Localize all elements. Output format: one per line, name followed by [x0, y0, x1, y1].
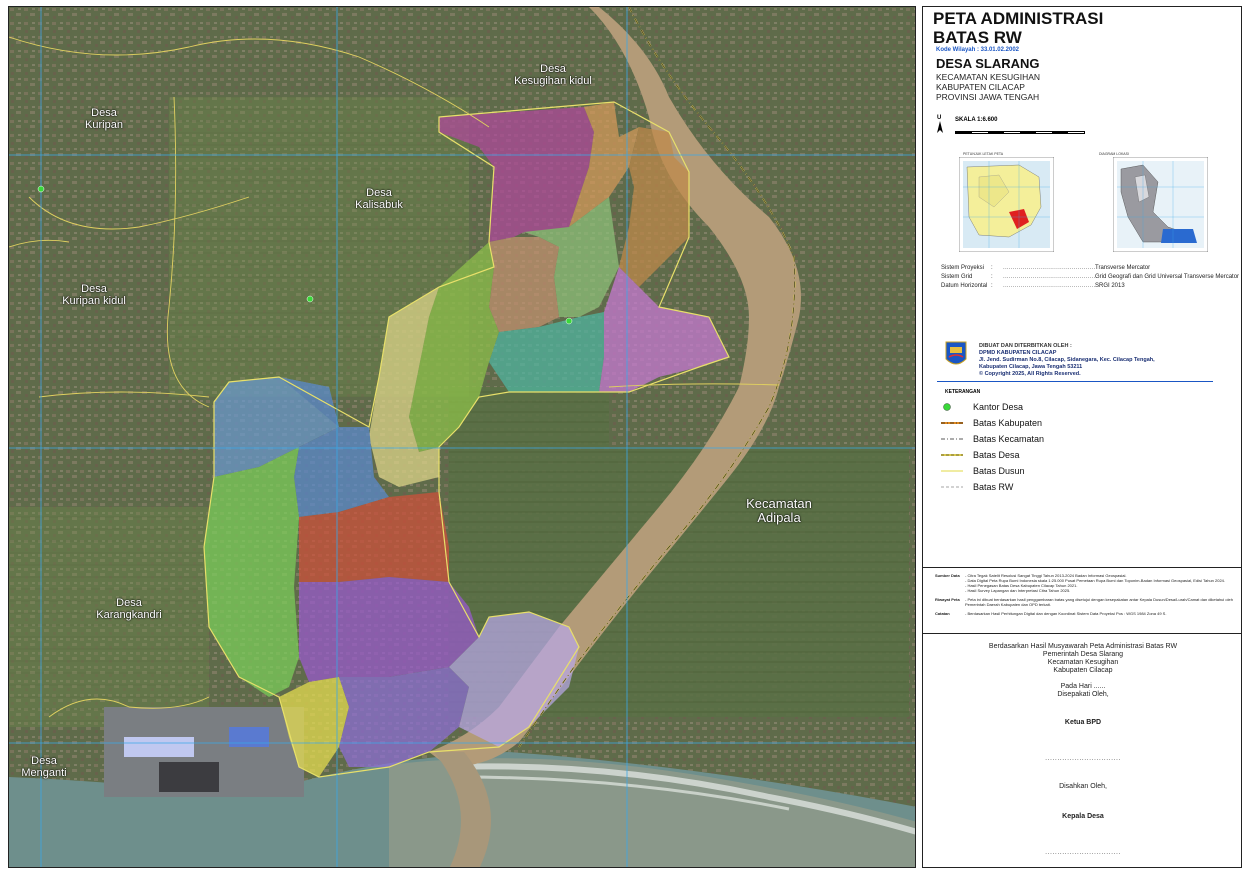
map-sheet: Desa Kesugihan kidul Desa Kuripan Desa K…: [0, 0, 1249, 880]
sign-intro3: Kecamatan Kesugihan: [1047, 659, 1119, 666]
north-arrow-icon: U: [937, 115, 943, 135]
datum-row: Datum Horizontal:.......................…: [941, 283, 1125, 289]
legend-item-kecamatan: Batas Kecamatan: [941, 431, 1044, 447]
notes-block: Sumber Data - Citra Tegak Satelit Resolus…: [935, 573, 1235, 620]
place-label-adipala: Kecamatan Adipala: [746, 496, 812, 525]
publisher-divider: [937, 381, 1213, 382]
legend-item-dusun: Batas Dusun: [941, 463, 1044, 479]
dusun-line-icon: [941, 470, 963, 472]
note-riwayat: Riwayat Peta - Peta ini dibuat berdasarka…: [935, 597, 1233, 607]
place-label-kesugihan-kidul: Desa Kesugihan kidul: [514, 63, 592, 87]
grid-row: Sistem Grid:............................…: [941, 274, 1240, 280]
notes-divider-top: [923, 567, 1241, 568]
place-label-kuripan: Desa Kuripan: [85, 107, 123, 131]
map-canvas: [9, 7, 915, 867]
kecamatan-line: KECAMATAN KESUGIHAN: [936, 72, 1041, 82]
sign-ketua: Ketua BPD: [1064, 719, 1102, 726]
provinsi-line: PROVINSI JAWA TENGAH: [936, 92, 1040, 102]
legend-item-rw: Batas RW: [941, 479, 1044, 495]
publisher-block: DIBUAT DAN DITERBITKAN OLEH : DPMD KABUP…: [979, 343, 1155, 378]
note-sumber: Sumber Data - Citra Tegak Satelit Resolus…: [935, 573, 1226, 593]
kabupaten-line: KABUPATEN CILACAP: [936, 82, 1025, 92]
legend-item-desa: Batas Desa: [941, 447, 1044, 463]
publisher-org: DPMD KABUPATEN CILACAP: [979, 350, 1057, 356]
publisher-address2: Kabupaten Cilacap, Jawa Tengah 53211: [979, 364, 1083, 370]
desa-title: DESA SLARANG: [936, 56, 1040, 71]
publisher-address1: Jl. Jend. Sudirman No.8, Cilacap, Sidane…: [979, 357, 1155, 363]
place-label-menganti: Desa Menganti: [21, 755, 67, 779]
kantor-desa-icon: [943, 403, 951, 411]
legend-item-kabupaten: Batas Kabupaten: [941, 415, 1044, 431]
legend-title: KETERANGAN: [945, 389, 981, 395]
map-title: PETA ADMINISTRASI BATAS RW: [933, 9, 1104, 47]
kabupaten-line-icon: [941, 422, 963, 424]
publisher-copyright: © Copyright 2025, All Rights Reserved.: [979, 371, 1081, 377]
sign-hari: Pada Hari ......: [1060, 683, 1106, 690]
sign-disahkan: Disahkan Oleh,: [1059, 783, 1107, 790]
sign-intro4: Kabupaten Cilacap: [1053, 667, 1113, 674]
region-lines: KECAMATAN KESUGIHAN KABUPATEN CILACAP PR…: [936, 72, 1040, 102]
map-legend-panel: PETA ADMINISTRASI BATAS RW Kode Wilayah …: [922, 6, 1242, 868]
place-label-kuripan-kidul: Desa Kuripan kidul: [62, 283, 126, 307]
projection-info: Sistem Proyeksi:........................…: [941, 264, 1239, 291]
kecamatan-line-icon: [941, 438, 963, 440]
signature-block: Berdasarkan Hasil Musyawarah Peta Admini…: [923, 643, 1241, 857]
sign-intro2: Pemerintah Desa Slarang: [1042, 651, 1124, 658]
legend: Kantor Desa Batas Kabupaten Batas Kecama…: [941, 399, 1044, 495]
inset-left-caption: PETUNJUK LETAK PETA: [963, 152, 1004, 156]
sign-dots1: ...............................: [1045, 755, 1121, 762]
place-label-kalisabuk: Desa Kalisabuk: [355, 187, 403, 211]
projection-row: Sistem Proyeksi:........................…: [941, 265, 1151, 271]
cilacap-logo-icon: [945, 341, 967, 365]
scale-bar: [955, 131, 1085, 134]
sign-disepakati: Disepakati Oleh,: [1057, 691, 1109, 698]
note-catatan: Catatan - Berdasarkan Hasil Perhitungan D…: [935, 611, 1167, 616]
inset-map-location: [959, 157, 1054, 252]
inset-right-caption: DIAGRAM LOKASI: [1099, 152, 1129, 156]
kode-wilayah: Kode Wilayah : 33.01.02.2002: [936, 47, 1019, 53]
map-frame[interactable]: Desa Kesugihan kidul Desa Kuripan Desa K…: [8, 6, 916, 868]
sign-intro1: Berdasarkan Hasil Musyawarah Peta Admini…: [988, 643, 1178, 650]
rw-line-icon: [941, 486, 963, 488]
legend-item-kantor: Kantor Desa: [941, 399, 1044, 415]
notes-divider-bottom: [923, 633, 1241, 634]
sign-kepala: Kepala Desa: [1062, 813, 1104, 820]
sign-dots2: ...............................: [1045, 849, 1121, 856]
inset-map-diagram: [1113, 157, 1208, 252]
place-label-karangkandri: Desa Karangkandri: [96, 597, 162, 621]
scale-label: SKALA 1:6.600: [955, 117, 998, 123]
desa-line-icon: [941, 454, 963, 456]
publisher-label: DIBUAT DAN DITERBITKAN OLEH :: [979, 343, 1072, 349]
